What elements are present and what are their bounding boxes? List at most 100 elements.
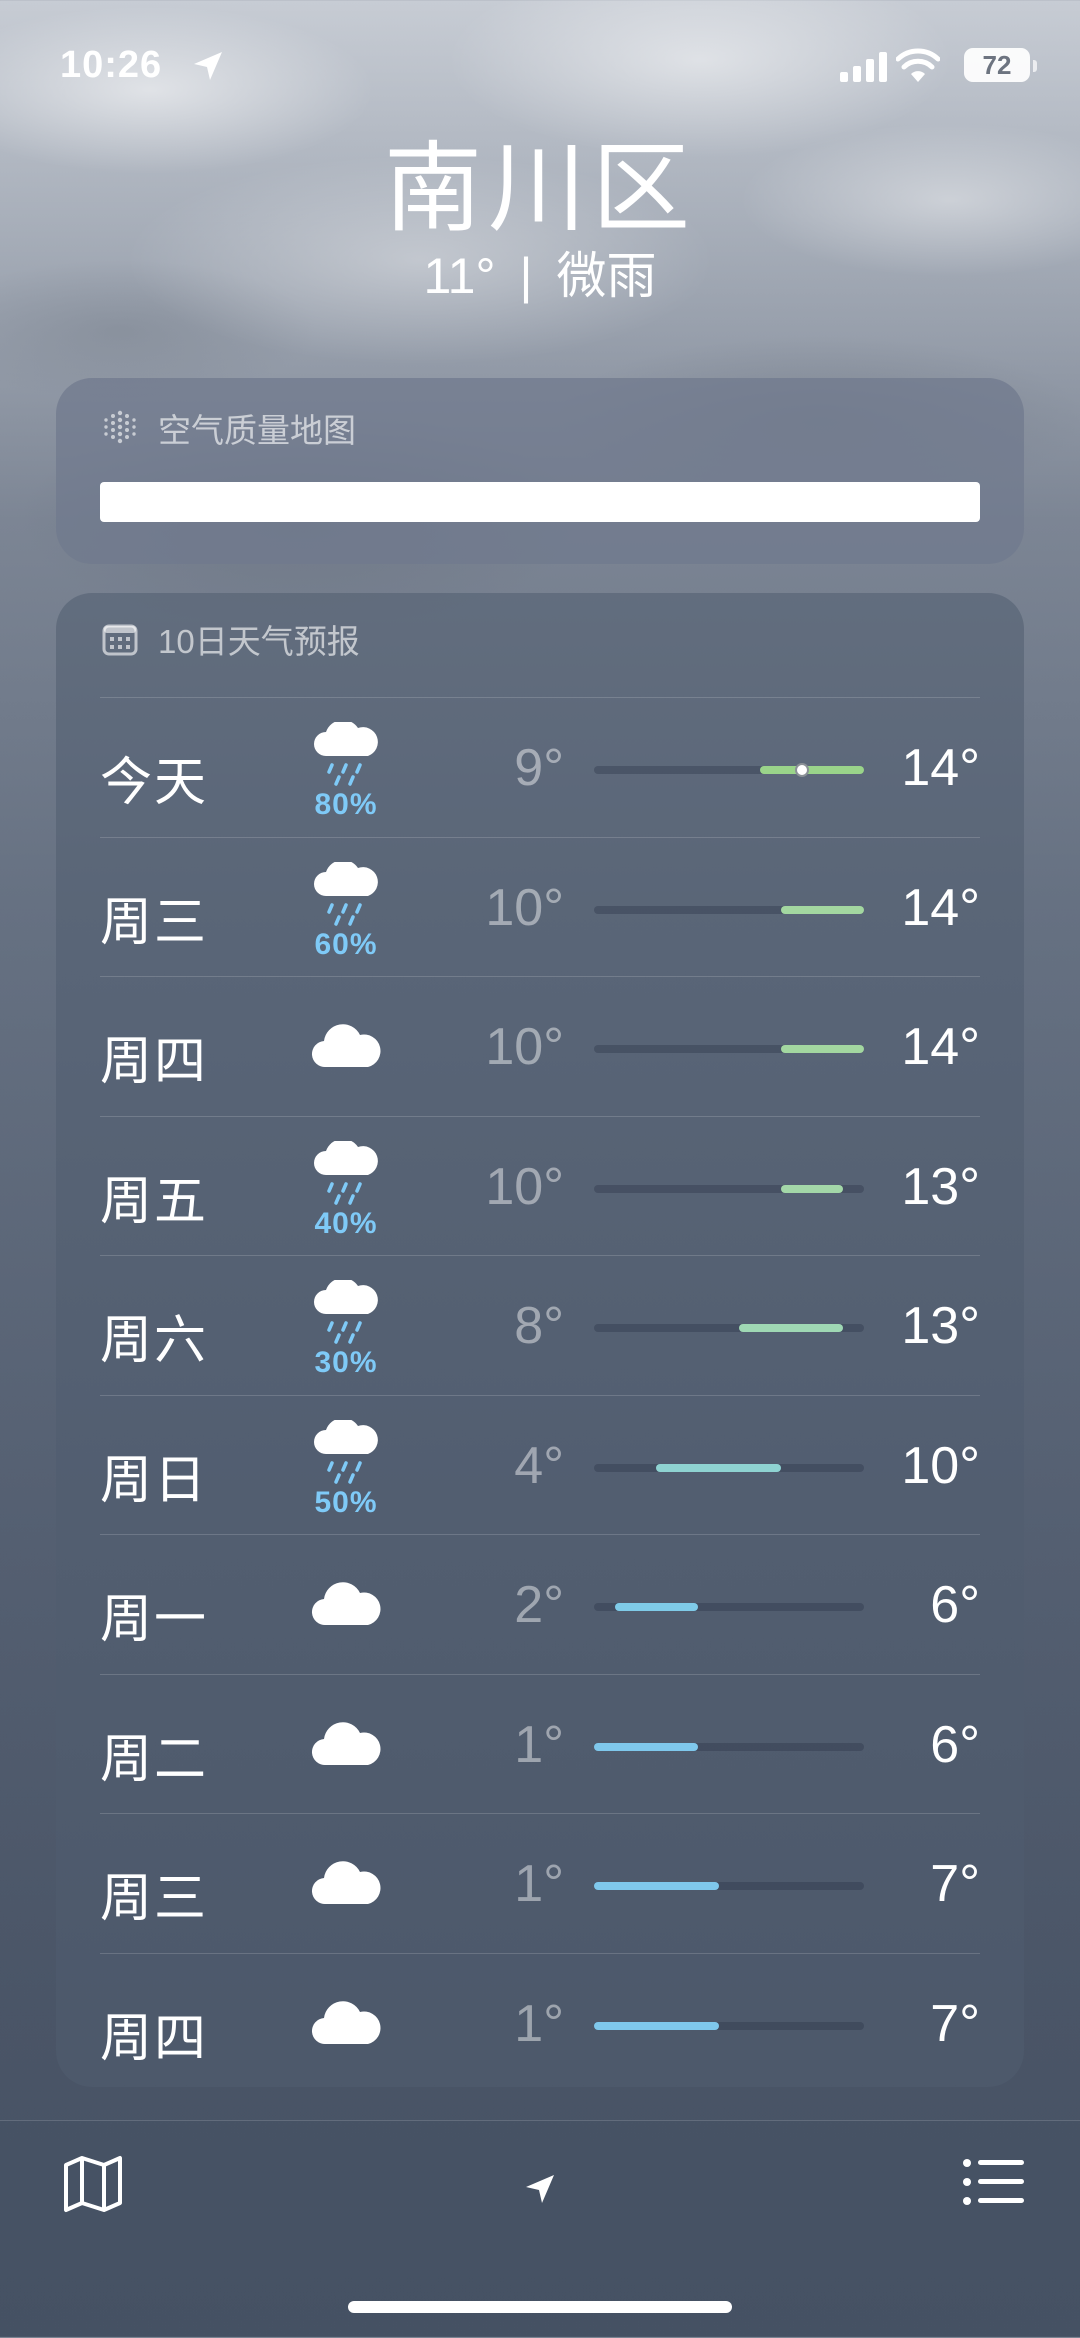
high-temp: 6° xyxy=(930,1715,980,1774)
forecast-weather: 40% xyxy=(304,1117,388,1256)
forecast-header: 10日天气预报 xyxy=(100,619,360,660)
precip-chance: 40% xyxy=(314,1206,378,1240)
low-temp: 4° xyxy=(514,1436,564,1495)
temp-range-track xyxy=(594,1324,864,1332)
precip-chance: 80% xyxy=(314,788,378,821)
forecast-day: 周三 xyxy=(100,893,209,952)
forecast-day: 周三 xyxy=(100,1870,209,1928)
low-temp: 9° xyxy=(514,739,564,797)
calendar-icon xyxy=(102,624,138,656)
forecast-row[interactable]: 今天 80% 9° 14° xyxy=(100,697,980,837)
temp-range-fill xyxy=(594,1882,719,1890)
wifi-icon xyxy=(896,48,940,82)
forecast-weather xyxy=(304,1535,388,1674)
forecast-row[interactable]: 周一 2° 6° xyxy=(100,1534,980,1674)
low-temp: 2° xyxy=(514,1576,564,1634)
temp-range-track xyxy=(594,1184,864,1193)
low-temp: 10° xyxy=(485,1157,564,1216)
status-time: 10:26 xyxy=(60,44,163,86)
low-temp: 10° xyxy=(485,878,564,937)
low-temp: 1° xyxy=(514,1994,564,2053)
temp-range-fill xyxy=(780,1184,844,1193)
forecast-day: 周四 xyxy=(100,2009,209,2068)
forecast-row[interactable]: 周五 40% 10° 13° xyxy=(100,1115,980,1256)
forecast-weather xyxy=(304,1675,388,1814)
current-temp-dot xyxy=(794,763,809,777)
ten-day-forecast-card: 10日天气预报 今天 80% 9° 14° 周三 60% 10° 14° 周四 … xyxy=(56,593,1024,2087)
temp-range-fill xyxy=(780,1045,864,1053)
precip-chance: 50% xyxy=(314,1485,378,1519)
forecast-weather: 30% xyxy=(304,1256,388,1395)
forecast-day: 周六 xyxy=(100,1312,209,1370)
temp-range-track xyxy=(594,1463,864,1472)
list-icon[interactable] xyxy=(962,2157,1024,2207)
battery-nub xyxy=(1033,60,1037,72)
forecast-weather: 60% xyxy=(304,838,388,977)
forecast-row[interactable]: 周二 1° 6° xyxy=(100,1673,980,1814)
temp-range-track xyxy=(594,2021,864,2030)
forecast-day: 周日 xyxy=(100,1451,209,1510)
forecast-day: 周二 xyxy=(100,1730,209,1789)
temp-range-fill xyxy=(594,2021,719,2030)
high-temp: 6° xyxy=(930,1576,980,1634)
forecast-weather xyxy=(304,977,388,1116)
forecast-weather: 50% xyxy=(304,1396,388,1535)
air-quality-title: 空气质量地图 xyxy=(158,412,356,449)
temp-range-fill xyxy=(760,766,864,774)
forecast-row[interactable]: 周三 60% 10° 14° xyxy=(100,836,980,977)
home-indicator xyxy=(348,2301,732,2313)
high-temp: 13° xyxy=(901,1297,980,1355)
high-temp: 13° xyxy=(901,1157,980,1216)
battery-indicator: 72 xyxy=(964,48,1030,82)
high-temp: 14° xyxy=(901,1018,980,1076)
precip-chance: 30% xyxy=(314,1346,378,1379)
current-temperature: 11° xyxy=(423,248,496,304)
temp-range-track xyxy=(594,1045,864,1053)
air-quality-map-preview[interactable] xyxy=(100,482,980,522)
forecast-weather: 80% xyxy=(304,698,388,837)
low-temp: 8° xyxy=(514,1297,564,1355)
temp-range-fill xyxy=(614,1603,698,1611)
high-temp: 14° xyxy=(901,878,980,937)
forecast-day: 今天 xyxy=(100,754,209,812)
forecast-row[interactable]: 周六 30% 8° 13° xyxy=(100,1255,980,1395)
temp-range-track xyxy=(594,1742,864,1751)
air-quality-header: 空气质量地图 xyxy=(100,408,356,449)
high-temp: 7° xyxy=(930,1855,980,1913)
low-temp: 1° xyxy=(514,1715,564,1774)
status-bar: 10:26 72 xyxy=(60,38,1037,98)
current-condition: 微雨 xyxy=(556,248,657,304)
forecast-day: 周四 xyxy=(100,1033,209,1091)
low-temp: 10° xyxy=(485,1018,564,1076)
temp-range-fill xyxy=(594,1742,698,1751)
forecast-weather xyxy=(304,1954,388,2093)
air-quality-map-card[interactable]: 空气质量地图 xyxy=(56,378,1024,564)
high-temp: 10° xyxy=(901,1436,980,1495)
temp-range-fill xyxy=(739,1324,844,1332)
forecast-day: 周五 xyxy=(100,1172,209,1231)
forecast-row[interactable]: 周四 1° 7° xyxy=(100,1952,980,2093)
low-temp: 1° xyxy=(514,1855,564,1913)
forecast-day: 周一 xyxy=(100,1591,209,1649)
forecast-weather xyxy=(304,1814,388,1953)
forecast-title: 10日天气预报 xyxy=(158,623,360,660)
temp-range-track xyxy=(594,905,864,914)
bottom-toolbar xyxy=(0,2120,1080,2338)
forecast-row[interactable]: 周日 50% 4° 10° xyxy=(100,1394,980,1535)
temp-range-fill xyxy=(656,1463,781,1472)
temp-range-track xyxy=(594,1882,864,1890)
temp-range-fill xyxy=(780,905,864,914)
temp-range-track xyxy=(594,1603,864,1611)
conditions-separator: | xyxy=(519,248,533,304)
precip-chance: 60% xyxy=(314,927,378,961)
air-quality-icon xyxy=(104,410,136,444)
forecast-row[interactable]: 周三 1° 7° xyxy=(100,1813,980,1953)
high-temp: 14° xyxy=(901,739,980,797)
cellular-signal-icon xyxy=(840,52,887,82)
map-icon[interactable] xyxy=(62,2153,124,2213)
city-name: 南川区 xyxy=(383,133,696,243)
location-arrow-icon[interactable] xyxy=(522,2171,558,2207)
high-temp: 7° xyxy=(930,1994,980,2053)
current-conditions: 11° | 微雨 xyxy=(0,246,1080,306)
forecast-row[interactable]: 周四 10° 14° xyxy=(100,976,980,1116)
